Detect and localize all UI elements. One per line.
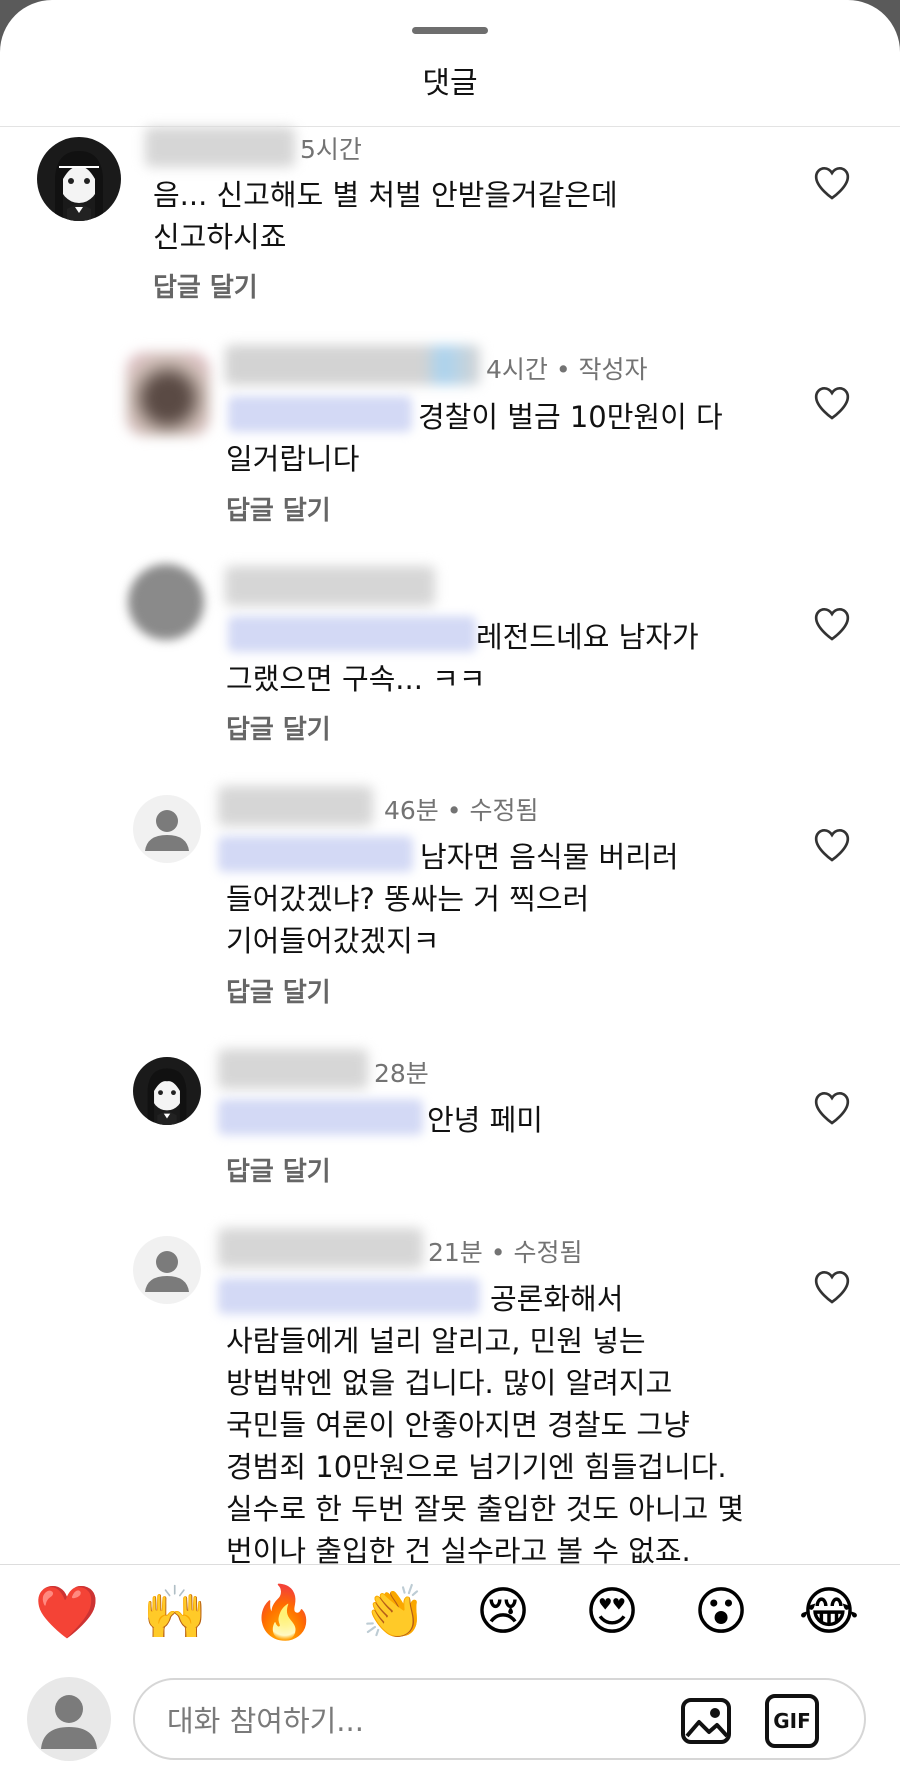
comment-time: 46분 • 수정됨 xyxy=(384,796,539,825)
reply-button[interactable]: 답글 달기 xyxy=(226,709,331,746)
username-blurred[interactable] xyxy=(218,1049,368,1089)
reply-button[interactable]: 답글 달기 xyxy=(226,1151,331,1188)
username-blurred[interactable] xyxy=(225,345,480,385)
comment-composer: GIF xyxy=(133,1678,866,1760)
my-avatar[interactable] xyxy=(27,1677,111,1761)
gif-button[interactable]: GIF xyxy=(765,1694,819,1748)
crying-face-icon[interactable]: 😢 xyxy=(471,1580,535,1644)
comment-text: 안녕 페미 xyxy=(427,1103,543,1137)
comments-sheet: 댓글 5시간 음... 신고해도 별 처벌 안받을거같은데 신고하시죠 답글 달… xyxy=(0,0,900,1771)
comment-time: 4시간 • 작성자 xyxy=(486,355,648,384)
quick-reactions: ❤️ 🙌 🔥 👏 😢 😍 😮 😂 xyxy=(0,1580,900,1660)
avatar[interactable] xyxy=(37,137,121,221)
header-divider xyxy=(0,126,900,127)
sheet-drag-handle[interactable] xyxy=(412,27,488,34)
username-blurred[interactable] xyxy=(225,566,435,606)
anime-avatar-icon xyxy=(133,1057,201,1125)
heart-icon[interactable] xyxy=(812,1267,852,1307)
comment-time: 28분 xyxy=(374,1059,429,1088)
heart-icon[interactable] xyxy=(812,163,852,203)
heart-eyes-icon[interactable]: 😍 xyxy=(580,1580,644,1644)
username-blurred[interactable] xyxy=(145,127,295,167)
composer-divider xyxy=(0,1564,900,1565)
avatar[interactable] xyxy=(133,795,201,863)
comment-text: 남자면 음식물 버리러 들어갔겠냐? 똥싸는 거 찍으러 기어들어갔겠지ㅋ xyxy=(226,840,679,958)
image-icon[interactable] xyxy=(679,1694,733,1748)
comment-text: 레전드네요 남자가 그랬으면 구속... ㅋㅋ xyxy=(226,620,699,696)
username-blurred[interactable] xyxy=(218,1228,423,1268)
comment-input[interactable] xyxy=(165,1698,599,1744)
default-user-icon xyxy=(41,1695,97,1749)
sheet-title: 댓글 xyxy=(422,66,478,101)
avatar[interactable] xyxy=(133,1236,201,1304)
heart-icon[interactable] xyxy=(812,825,852,865)
heart-icon[interactable] xyxy=(812,1088,852,1128)
tears-of-joy-icon[interactable]: 😂 xyxy=(797,1580,861,1644)
comment-text: 음... 신고해도 별 처벌 안받을거같은데 신고하시죠 xyxy=(153,178,618,254)
comment-text: 공론화해서 사람들에게 널리 알리고, 민원 넣는 방법밖엔 없을 겁니다. 많… xyxy=(226,1282,745,1568)
surprised-face-icon[interactable]: 😮 xyxy=(689,1580,753,1644)
avatar[interactable] xyxy=(128,564,204,640)
gif-label: GIF xyxy=(773,1709,811,1733)
reply-button[interactable]: 답글 달기 xyxy=(226,972,331,1009)
default-user-icon xyxy=(145,1251,189,1292)
red-heart-icon[interactable]: ❤️ xyxy=(35,1580,100,1644)
comment-time: 21분 • 수정됨 xyxy=(428,1238,583,1267)
reply-button[interactable]: 답글 달기 xyxy=(153,267,258,304)
default-user-icon xyxy=(145,810,189,851)
clapping-hands-icon[interactable]: 👏 xyxy=(362,1580,427,1644)
reply-button[interactable]: 답글 달기 xyxy=(226,490,331,527)
heart-icon[interactable] xyxy=(812,604,852,644)
avatar[interactable] xyxy=(126,352,210,436)
raising-hands-icon[interactable]: 🙌 xyxy=(143,1580,208,1644)
fire-icon[interactable]: 🔥 xyxy=(252,1580,317,1644)
heart-icon[interactable] xyxy=(812,383,852,423)
comment-time: 5시간 xyxy=(300,135,362,164)
username-blurred[interactable] xyxy=(218,786,373,826)
comment-text: 경찰이 벌금 10만원이 다 일거랍니다 xyxy=(226,400,723,476)
anime-avatar-icon xyxy=(37,137,121,221)
avatar[interactable] xyxy=(133,1057,201,1125)
